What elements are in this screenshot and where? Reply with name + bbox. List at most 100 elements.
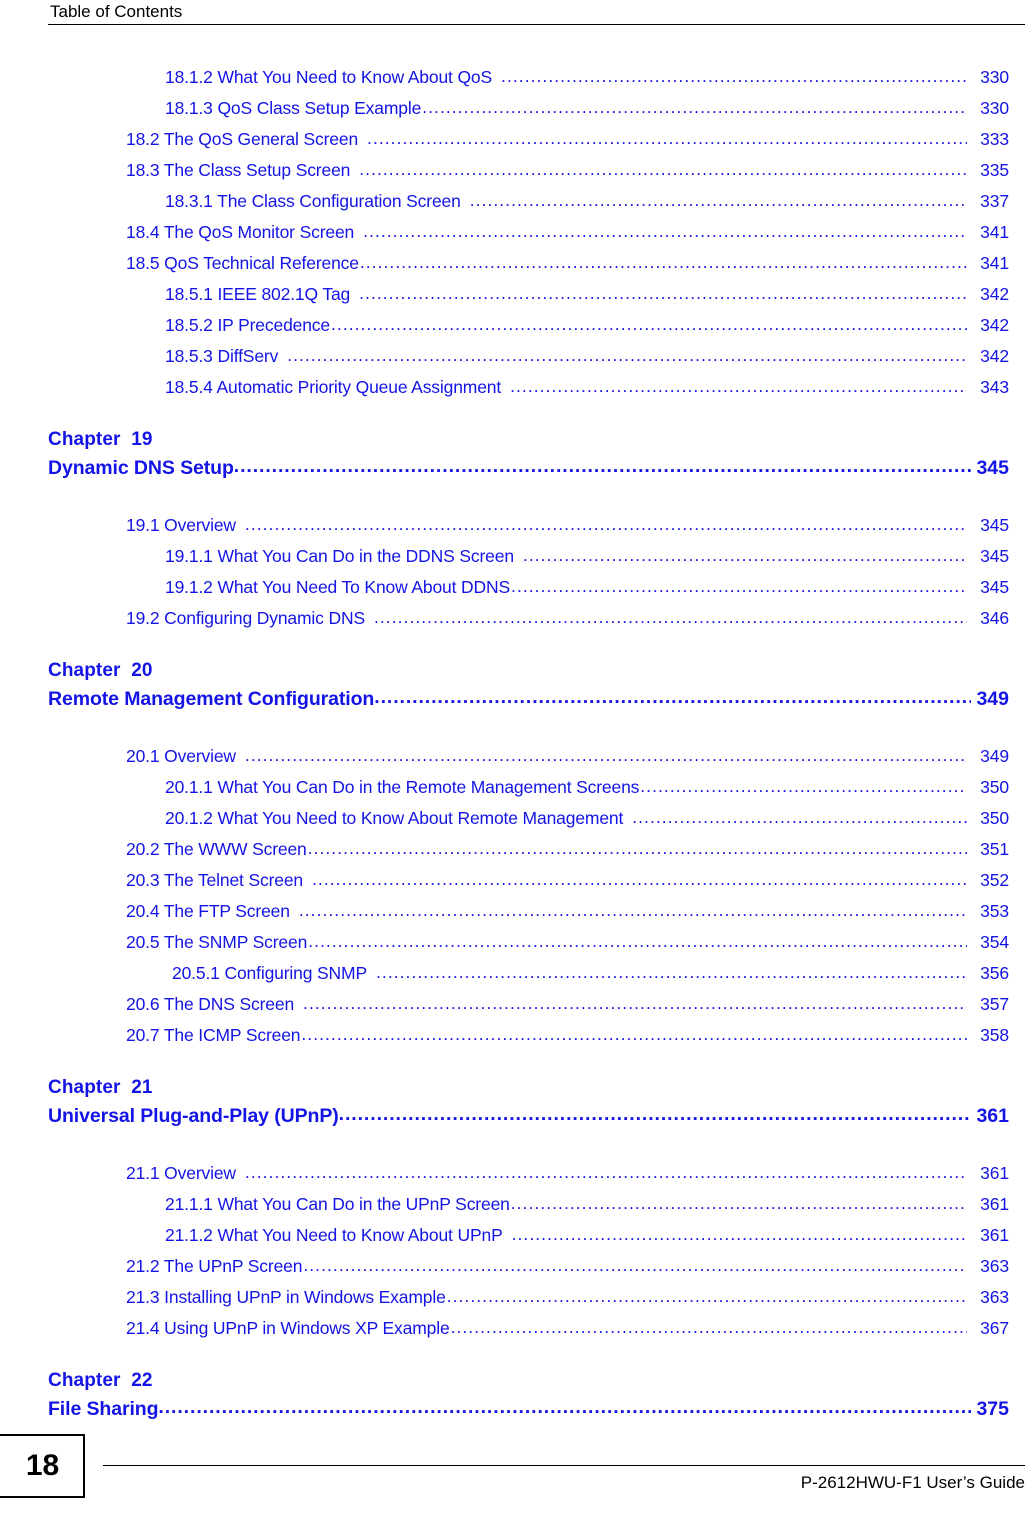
toc-entry[interactable]: 21.1 Overview 361 [0,1158,1025,1189]
toc-entry[interactable]: 18.5.2 IP Precedence 342 [0,310,1025,341]
toc-entry[interactable]: 20.1 Overview 349 [0,741,1025,772]
toc-entry[interactable]: 21.1.2 What You Need to Know About UPnP 3… [0,1220,1025,1251]
toc-dot-leader [359,155,967,185]
toc-dot-leader [299,896,967,926]
toc-entry-page-number: 367 [980,1318,1009,1338]
toc-entry-label: 19.1 Overview [126,515,236,535]
toc-entry-page-number: 350 [980,808,1009,828]
toc-entry-label: 18.5.2 IP Precedence [165,315,330,335]
toc-dot-leader [422,93,967,123]
toc-entry[interactable]: 18.3 The Class Setup Screen 335 [0,155,1025,186]
toc-entry[interactable]: 21.3 Installing UPnP in Windows Example 3… [0,1282,1025,1313]
toc-entry-label: 21.1.1 What You Can Do in the UPnP Scree… [165,1194,510,1214]
toc-entry-label: 18.2 The QoS General Screen [126,129,359,149]
toc-entry-page-number: 361 [980,1163,1009,1183]
toc-entry[interactable]: 21.4 Using UPnP in Windows XP Example 367 [0,1313,1025,1344]
toc-chapter-page-number: 361 [976,1105,1009,1127]
toc-chapter-number: Chapter 19 [48,429,153,450]
toc-entry[interactable]: 18.3.1 The Class Configuration Screen 337 [0,186,1025,217]
toc-dot-leader [367,124,967,154]
toc-entry-page-number: 361 [980,1194,1009,1214]
toc-entry[interactable]: 20.2 The WWW Screen 351 [0,834,1025,865]
toc-entry-label: 20.7 The ICMP Screen [126,1025,301,1045]
toc-entry-label: 21.2 The UPnP Screen [126,1256,303,1276]
toc-chapter-heading[interactable]: Chapter 19 Dynamic DNS Setup 345 [0,425,1025,483]
toc-entry[interactable]: 18.1.2 What You Need to Know About QoS 33… [0,62,1025,93]
chapter-spacer [0,714,1025,741]
toc-chapter-title: Dynamic DNS Setup [48,457,234,479]
toc-dot-leader [303,1251,967,1281]
toc-entry-page-number: 342 [980,346,1009,366]
toc-dot-leader [510,372,967,402]
toc-dot-leader [511,1189,967,1219]
toc-dot-leader [447,1282,967,1312]
toc-entry[interactable]: 20.5 The SNMP Screen 354 [0,927,1025,958]
toc-entry[interactable]: 18.1.3 QoS Class Setup Example 330 [0,93,1025,124]
toc-dot-leader [511,572,967,602]
toc-entry[interactable]: 19.1.2 What You Need To Know About DDNS 3… [0,572,1025,603]
footer-divider [103,1465,1025,1466]
toc-entry[interactable]: 18.5.3 DiffServ 342 [0,341,1025,372]
toc-entry-page-number: 343 [980,377,1009,397]
toc-entry-page-number: 346 [980,608,1009,628]
toc-entry[interactable]: 20.7 The ICMP Screen 358 [0,1020,1025,1051]
toc-entry-page-number: 345 [980,577,1009,597]
toc-chapter-page-number: 375 [976,1398,1009,1420]
toc-entry-page-number: 354 [980,932,1009,952]
toc-dot-leader [376,958,967,988]
toc-entry[interactable]: 19.1 Overview 345 [0,510,1025,541]
toc-entry[interactable]: 20.3 The Telnet Screen 352 [0,865,1025,896]
toc-entry[interactable]: 18.5.1 IEEE 802.1Q Tag 342 [0,279,1025,310]
toc-entry-page-number: 363 [980,1287,1009,1307]
toc-entry-page-number: 353 [980,901,1009,921]
toc-chapter-title: Universal Plug-and-Play (UPnP) [48,1105,339,1127]
toc-entry[interactable]: 18.5 QoS Technical Reference 341 [0,248,1025,279]
toc-chapter-number: Chapter 21 [48,1077,153,1098]
toc-entry-label: 20.2 The WWW Screen [126,839,307,859]
toc-dot-leader [512,1220,967,1250]
page-footer: 18 P-2612HWU-F1 User’s Guide [0,1424,1025,1524]
header-divider [48,24,1025,25]
toc-dot-leader [287,341,967,371]
toc-chapter-title-row: Remote Management Configuration 349 [48,685,1009,714]
toc-entry[interactable]: 21.1.1 What You Can Do in the UPnP Scree… [0,1189,1025,1220]
document-page: Table of Contents 18.1.2 What You Need t… [0,0,1025,1524]
toc-chapter-heading[interactable]: Chapter 21 Universal Plug-and-Play (UPnP)… [0,1073,1025,1131]
toc-entry-page-number: 358 [980,1025,1009,1045]
toc-entry[interactable]: 18.4 The QoS Monitor Screen 341 [0,217,1025,248]
toc-entry-page-number: 342 [980,284,1009,304]
toc-dot-leader [308,834,967,864]
toc-entry[interactable]: 20.1.1 What You Can Do in the Remote Man… [0,772,1025,803]
toc-entry[interactable]: 21.2 The UPnP Screen 363 [0,1251,1025,1282]
toc-entry-page-number: 357 [980,994,1009,1014]
toc-entry-page-number: 349 [980,746,1009,766]
toc-chapter-dot-leader [374,685,971,712]
toc-dot-leader [360,248,967,278]
toc-entry[interactable]: 18.2 The QoS General Screen 333 [0,124,1025,155]
toc-dot-leader [303,989,967,1019]
toc-entry[interactable]: 19.2 Configuring Dynamic DNS 346 [0,603,1025,634]
toc-entry-label: 21.1 Overview [126,1163,236,1183]
toc-chapter-title-row: Universal Plug-and-Play (UPnP) 361 [48,1102,1009,1131]
toc-entry[interactable]: 20.5.1 Configuring SNMP 356 [0,958,1025,989]
toc-entry[interactable]: 20.4 The FTP Screen 353 [0,896,1025,927]
chapter-spacer [0,483,1025,510]
toc-entry-label: 18.5 QoS Technical Reference [126,253,359,273]
toc-chapter-dot-leader [234,454,971,481]
toc-entry-label: 20.5.1 Configuring SNMP [172,963,367,983]
toc-entry-page-number: 345 [980,515,1009,535]
toc-entry-label: 21.1.2 What You Need to Know About UPnP [165,1225,503,1245]
toc-entry-page-number: 337 [980,191,1009,211]
chapter-spacer [0,1131,1025,1158]
toc-entry-page-number: 351 [980,839,1009,859]
toc-dot-leader [523,541,967,571]
toc-entry[interactable]: 20.6 The DNS Screen 357 [0,989,1025,1020]
toc-entry[interactable]: 20.1.2 What You Need to Know About Remot… [0,803,1025,834]
toc-chapter-heading[interactable]: Chapter 20 Remote Management Configuratio… [0,656,1025,714]
toc-entry[interactable]: 18.5.4 Automatic Priority Queue Assignme… [0,372,1025,403]
toc-entry[interactable]: 19.1.1 What You Can Do in the DDNS Scree… [0,541,1025,572]
page-number: 18 [25,1449,60,1482]
toc-chapter-heading[interactable]: Chapter 22 File Sharing 375 [0,1366,1025,1424]
toc-entry-label: 18.5.1 IEEE 802.1Q Tag [165,284,351,304]
